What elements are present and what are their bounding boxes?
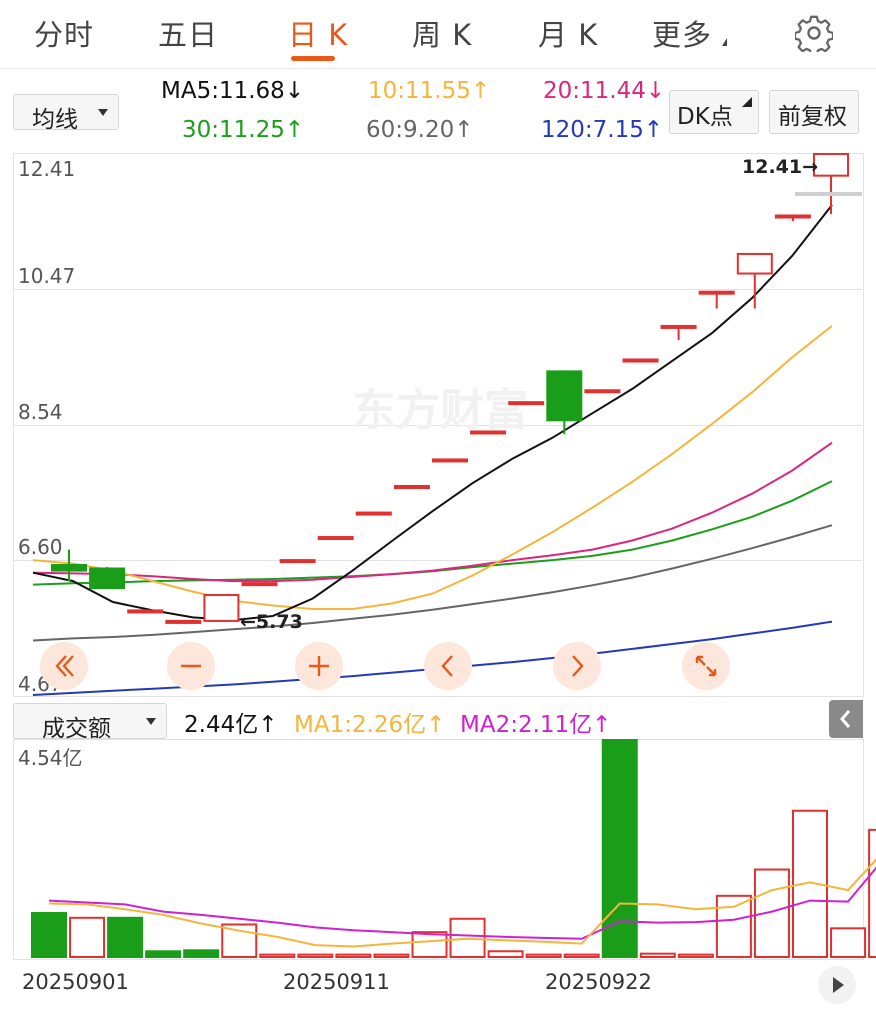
volume-bar [297, 953, 334, 958]
play-button[interactable] [818, 966, 856, 1004]
volume-bar [525, 953, 562, 958]
volume-bar [31, 912, 67, 958]
volume-chart [31, 739, 876, 959]
volume-bar [373, 953, 410, 958]
volume-bar [830, 927, 867, 959]
volume-bar [677, 953, 714, 958]
volume-bar [639, 952, 676, 958]
volume-bar [563, 953, 600, 958]
volume-bar [259, 953, 296, 958]
volume-bar [335, 953, 372, 958]
volume-bar [69, 916, 106, 958]
volume-bar [601, 739, 638, 958]
volume-bar [868, 828, 876, 958]
date-axis-label: 20250911 [283, 970, 390, 994]
date-axis-label: 20250922 [545, 970, 652, 994]
volume-bar [145, 950, 182, 959]
volume-bar [487, 950, 524, 959]
date-axis-label: 20250901 [22, 970, 129, 994]
volume-bar [107, 916, 144, 958]
volume-bar [183, 949, 220, 958]
play-icon [833, 977, 844, 993]
volume-bar [411, 931, 448, 959]
volume-bar [715, 894, 752, 959]
